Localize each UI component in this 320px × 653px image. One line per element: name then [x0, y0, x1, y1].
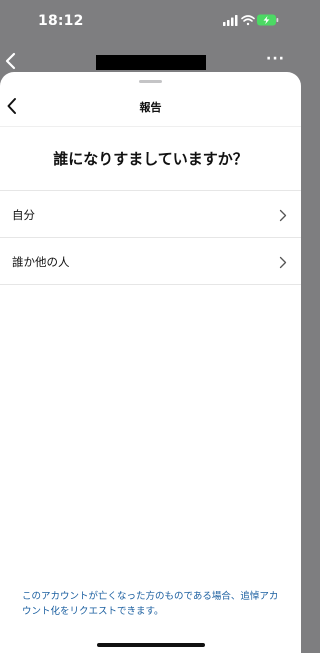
more-options-icon[interactable]: ···: [266, 51, 285, 67]
chevron-right-icon: [279, 254, 287, 273]
report-sheet: 報告 誰になりすましていますか？ 自分 誰か他の人 このアカウントが亡くなった方…: [0, 72, 301, 653]
home-indicator[interactable]: [97, 643, 205, 647]
option-label: 誰か他の人: [12, 255, 70, 269]
status-bar: 18:12: [0, 0, 301, 44]
back-chevron-icon[interactable]: [4, 52, 18, 74]
option-label: 自分: [12, 208, 35, 222]
chevron-right-icon: [279, 207, 287, 226]
sheet-title: 報告: [139, 101, 162, 114]
question-heading: 誰になりすましていますか？: [53, 150, 248, 168]
option-myself[interactable]: 自分: [0, 191, 301, 238]
option-someone-else[interactable]: 誰か他の人: [0, 238, 301, 285]
status-time: 18:12: [38, 13, 84, 29]
signal-icon: [223, 15, 238, 26]
status-icons: [223, 13, 279, 27]
memorialization-link[interactable]: このアカウントが亡くなった方のものである場合、追悼アカウント化をリクエストできま…: [22, 589, 284, 619]
option-list: 自分 誰か他の人: [0, 190, 301, 285]
redacted-username: [96, 55, 206, 70]
battery-charging-icon: [257, 14, 279, 26]
wifi-icon: [241, 15, 255, 26]
sheet-grabber[interactable]: [139, 80, 162, 83]
sheet-header: 報告: [0, 86, 301, 127]
